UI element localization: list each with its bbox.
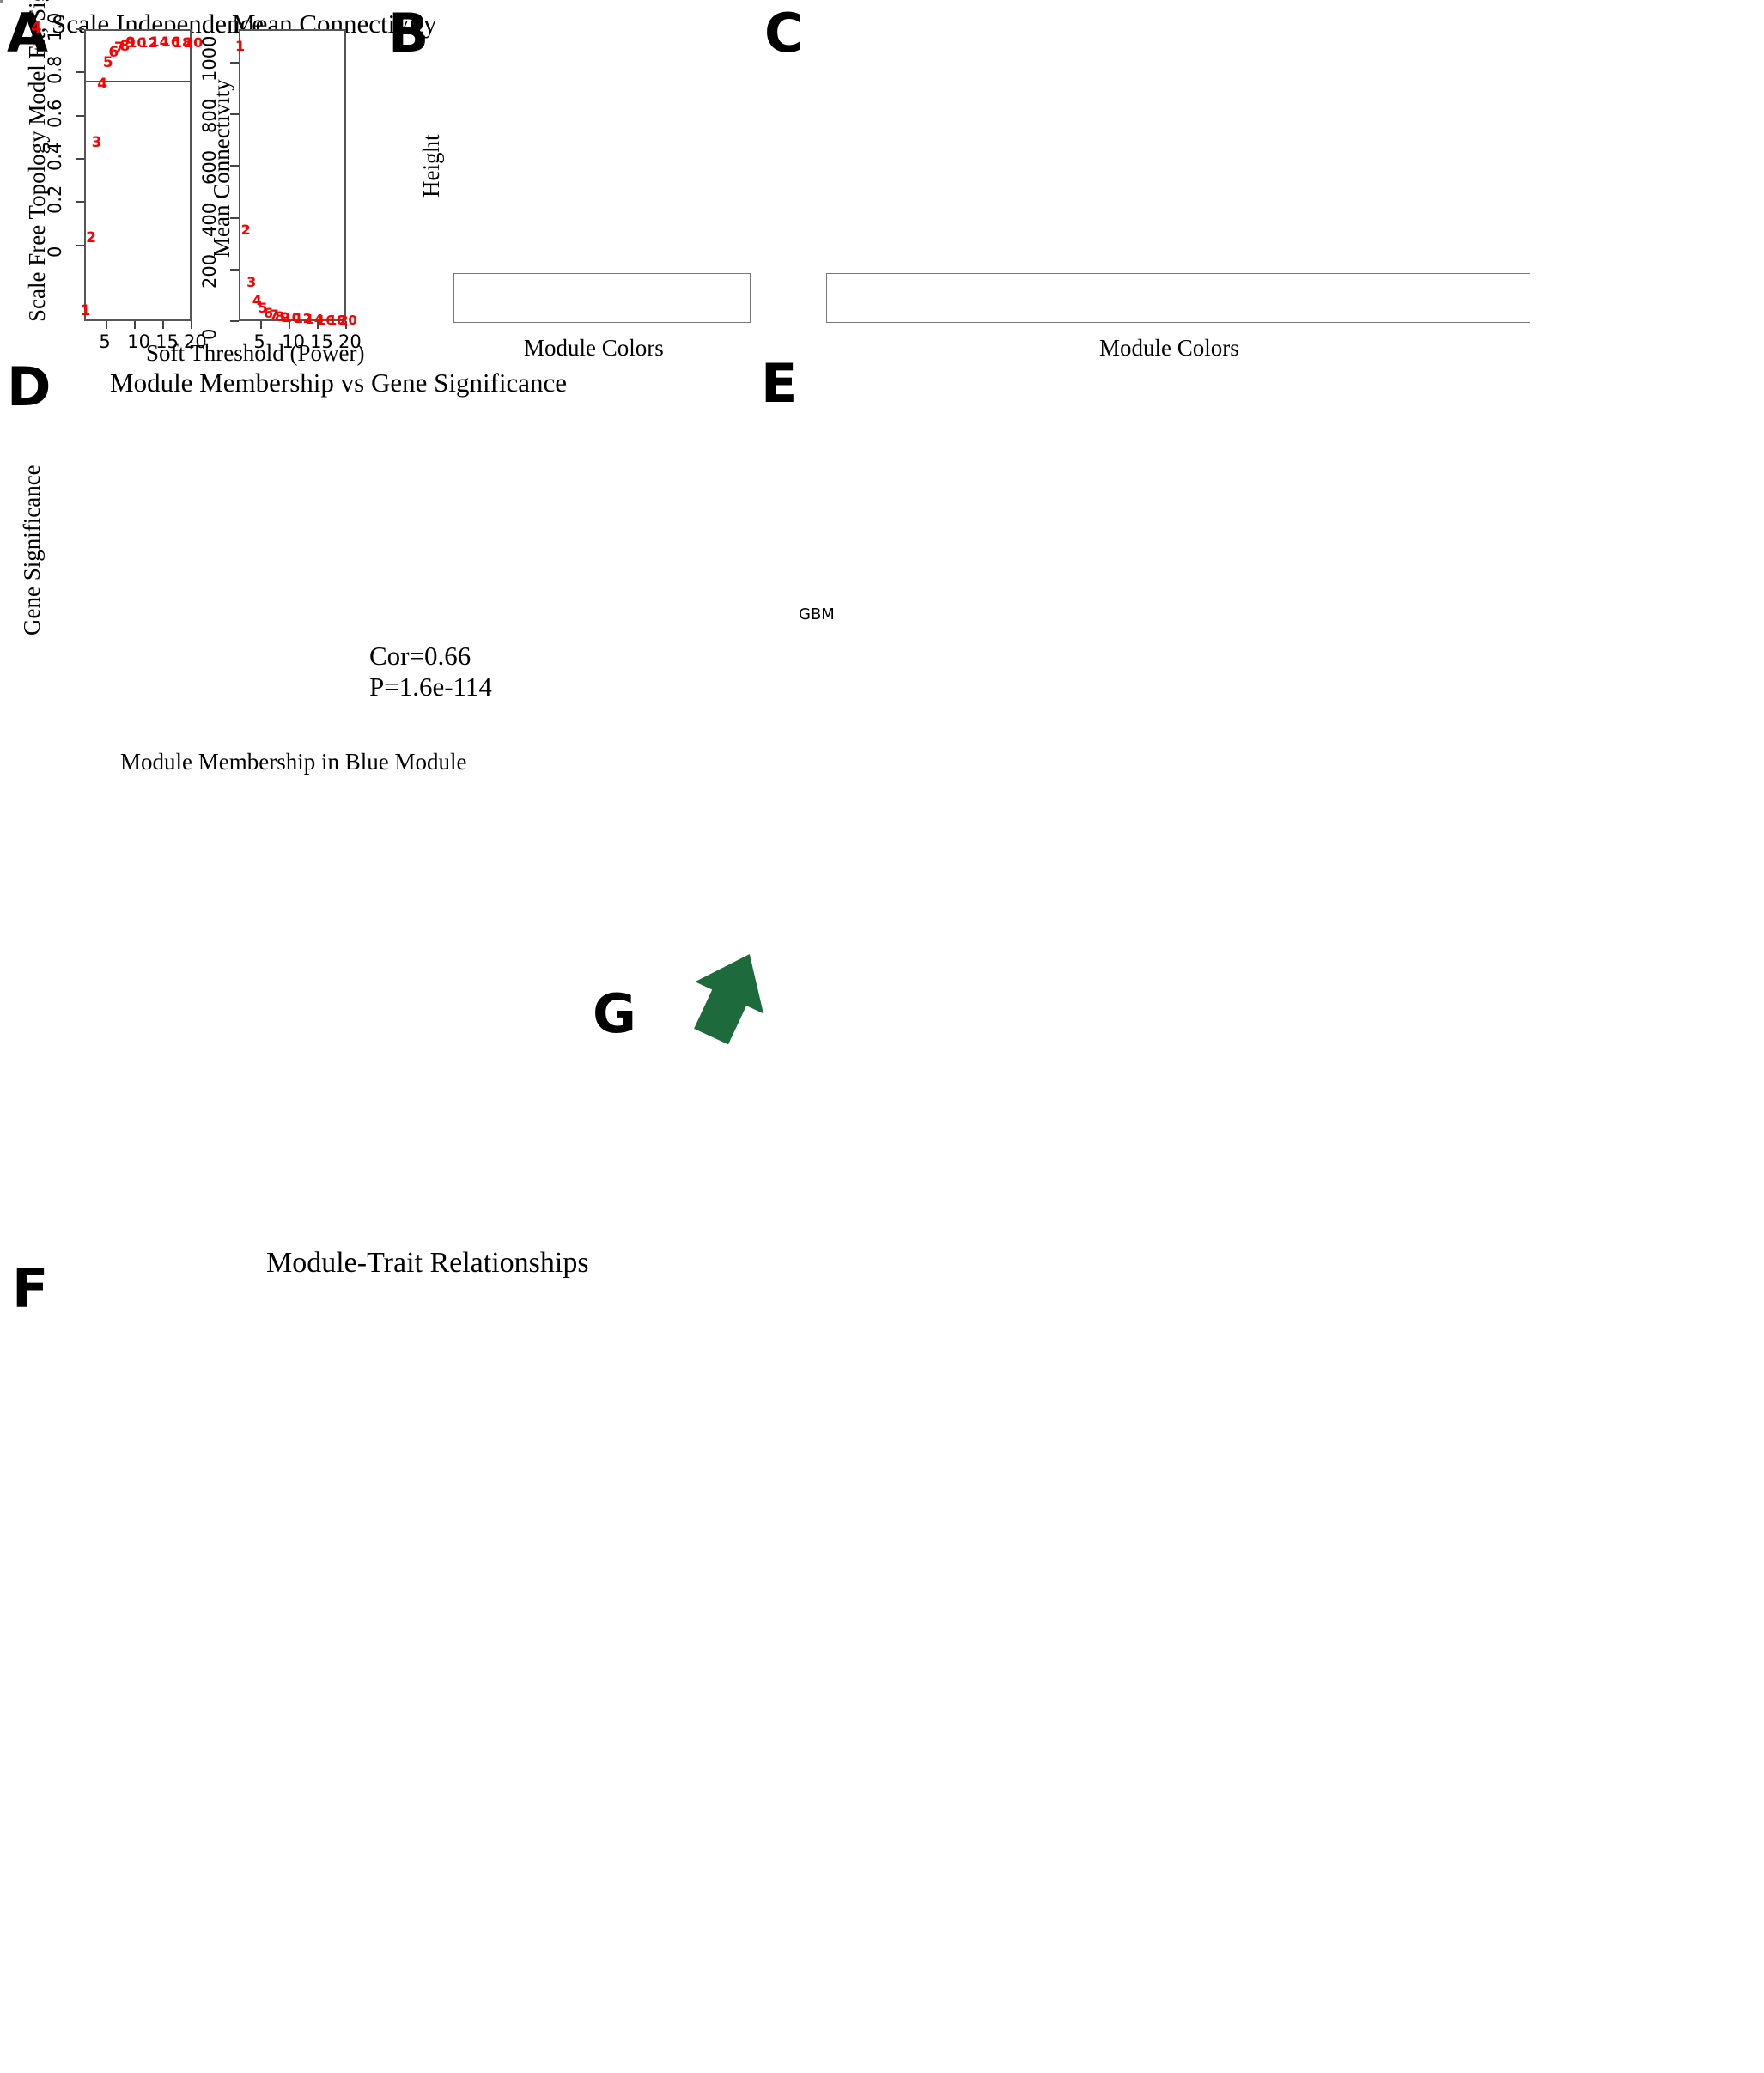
panel-c-module-colors-bar: [826, 273, 1530, 323]
panel-a-right-ytick: 800: [199, 99, 220, 134]
panel-a-right-point-20: 20: [339, 313, 357, 329]
panel-d-xlabel: Module Membership in Blue Module: [120, 749, 467, 775]
panel-f-title: Module-Trait Relationships: [266, 1247, 589, 1279]
panel-g: G: [593, 988, 1764, 2069]
panel-f-letter: F: [12, 1257, 49, 1320]
panel-d-letter: D: [7, 356, 52, 418]
circos-inset: [593, 635, 1074, 1013]
panel-b-letter: B: [388, 2, 429, 64]
panel-a-left-plot-frame: [84, 29, 192, 321]
tick-mark: [260, 321, 263, 329]
panel-a-right-point-2: 2: [240, 221, 251, 238]
panel-c-dendrogram: [826, 12, 1530, 270]
panel-a-extra-label: 4: [31, 19, 42, 37]
panel-a-left-ytick: 0.6: [45, 99, 65, 128]
panel-a-right-ytick: 400: [199, 202, 220, 237]
panel-a-cutline: [84, 81, 192, 82]
panel-d-p-text: P=1.6e-114: [369, 672, 492, 702]
panel-a-left-point-1: 1: [80, 302, 91, 320]
tick-mark: [191, 321, 192, 329]
panel-e-letter: E: [761, 352, 798, 415]
panel-c-module-colors-label: Module Colors: [1099, 335, 1239, 361]
panel-d-cor-text: Cor=0.66: [369, 641, 471, 671]
tick-mark: [76, 71, 84, 74]
panel-b-dendrogram: [453, 12, 751, 271]
tick-mark: [134, 321, 137, 329]
circos-inset-graphic: [593, 635, 1074, 1013]
panel-a-left-ytick: 0.4: [45, 142, 65, 172]
tick-mark: [76, 28, 84, 30]
tick-mark: [230, 216, 239, 219]
panel-a-right-point-1: 1: [235, 38, 246, 55]
tick-mark: [76, 158, 84, 161]
panel-a-left-point-20: 20: [184, 34, 204, 52]
panel-g-circos-plot: [704, 1022, 1764, 2069]
panel-a-right-ytick: 0: [199, 328, 220, 340]
panel-a-left-point-2: 2: [86, 228, 96, 246]
panel-b-module-colors-bar: [453, 273, 751, 323]
panel-a-xlabel: Soft Threshold (Power): [146, 340, 365, 366]
tick-mark: [230, 165, 239, 167]
panel-d-ylabel: Gene Significance: [19, 465, 45, 635]
panel-a-left-point-3: 3: [91, 133, 102, 151]
panel-a-left-ytick: 0: [45, 246, 65, 258]
panel-a-right-point-3: 3: [246, 274, 257, 291]
tick-mark: [162, 321, 165, 329]
tick-mark: [106, 321, 108, 329]
panel-b-ylabel: Height: [418, 134, 444, 198]
panel-e-gbm-row-label: GBM: [799, 605, 835, 623]
panel-a-left-xtick: 5: [99, 331, 111, 352]
panel-a-left-ytick: 1.0: [45, 12, 65, 41]
tick-mark: [230, 320, 239, 322]
panel-a-right-ytick: 200: [199, 253, 220, 289]
tick-mark: [230, 268, 239, 271]
tick-mark: [76, 201, 84, 204]
panel-a-left-point-4: 4: [97, 75, 108, 93]
panel-c-letter: C: [764, 2, 804, 64]
tick-mark: [230, 62, 239, 64]
panel-f-grid-border: [0, 0, 3, 3]
tick-mark: [76, 114, 84, 117]
panel-a-left-ytick: 0.8: [45, 55, 65, 85]
panel-g-letter: G: [593, 982, 636, 1045]
tick-mark: [230, 113, 239, 116]
tick-mark: [76, 244, 84, 246]
panel-a-right-ytick: 600: [199, 150, 220, 185]
panel-a-left-ytick: 0.2: [45, 185, 65, 215]
panel-e-dendrogram: [812, 380, 1680, 517]
panel-b-module-colors-label: Module Colors: [524, 335, 664, 361]
